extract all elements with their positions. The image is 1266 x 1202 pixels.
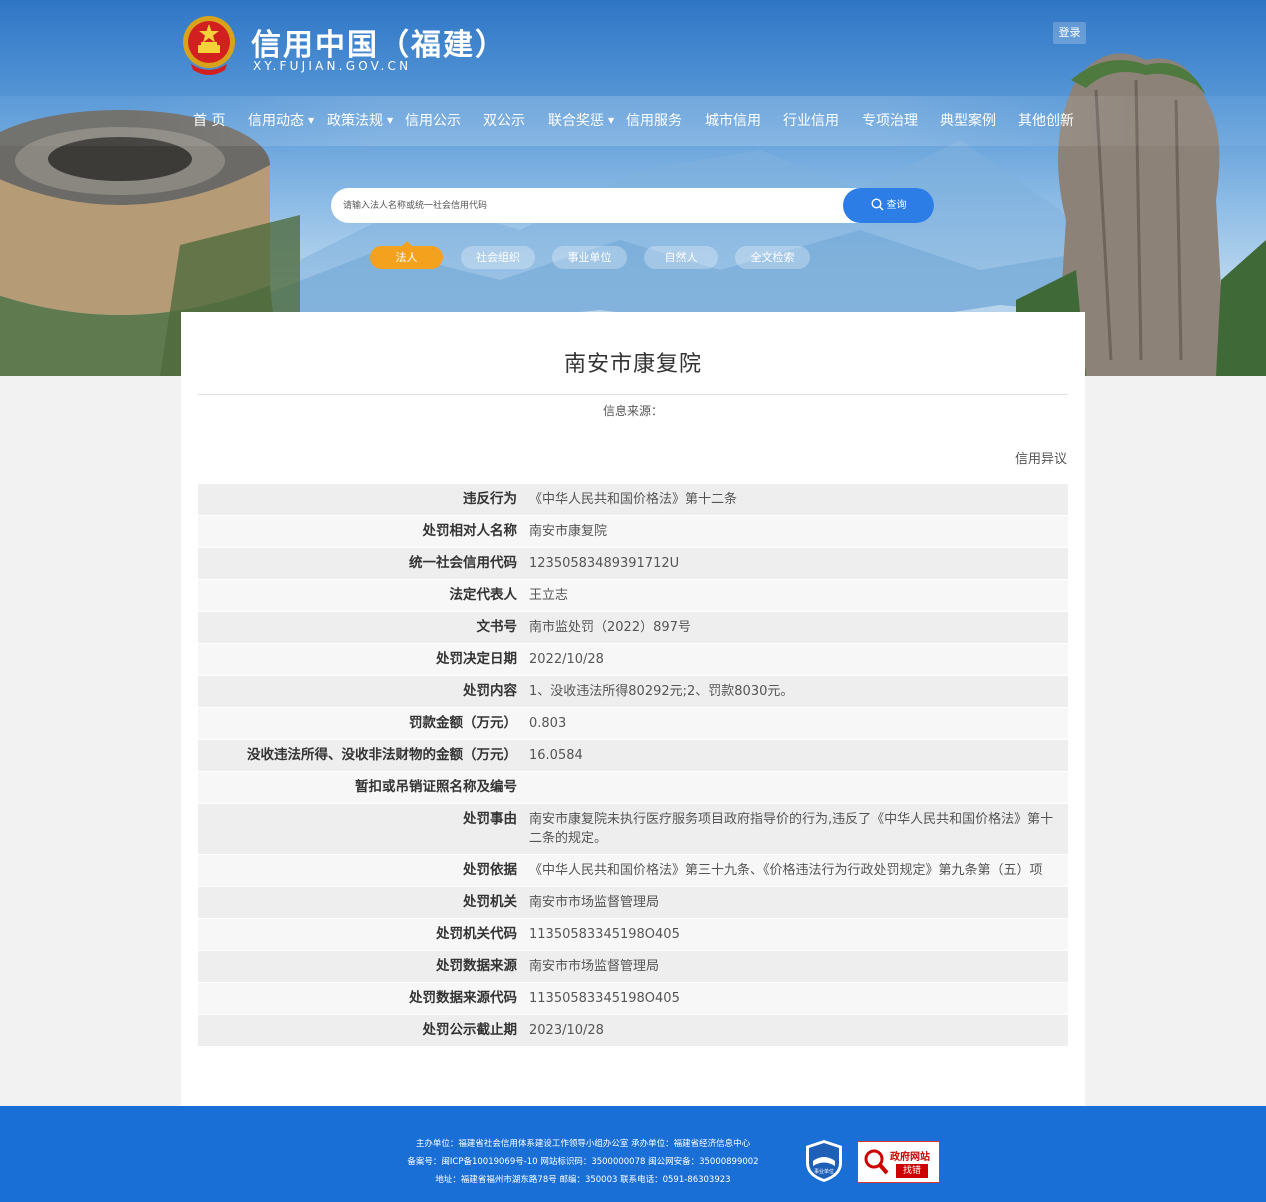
row-label: 处罚公示截止期 bbox=[422, 1022, 518, 1038]
login-button[interactable]: 登录 bbox=[1053, 22, 1086, 44]
row-label: 法定代表人 bbox=[449, 587, 518, 603]
search-icon bbox=[870, 198, 883, 211]
row-label: 罚款金额（万元） bbox=[409, 715, 517, 731]
row-value: 0.803 bbox=[529, 716, 567, 731]
divider bbox=[198, 394, 1068, 395]
table-row: 违反行为 《中华人民共和国价格法》第十二条 bbox=[198, 484, 1068, 516]
main-nav: 首 页 信用动态 ▼ 政策法规 ▼ 信用公示 双公示 联合奖惩 ▼ 信用服务 城市信用… bbox=[0, 96, 1266, 146]
row-value: 《中华人民共和国价格法》第三十九条、《价格违法行为行政处罚规定》第九条第（五）项 bbox=[529, 863, 1043, 878]
table-row: 文书号 南市监处罚（2022）897号 bbox=[198, 612, 1068, 644]
row-label: 暂扣或吊销证照名称及编号 bbox=[355, 779, 517, 795]
detail-card: 南安市康复院 信息来源： 信用异议 违反行为 《中华人民共和国价格法》第十二条 处罚… bbox=[181, 312, 1085, 1106]
row-value: 11350583345198O405 bbox=[529, 991, 680, 1006]
row-value: 2023/10/28 bbox=[529, 1023, 604, 1038]
row-value: 南安市康复院未执行医疗服务项目政府指导价的行为,违反了《中华人民共和国价格法》第… bbox=[529, 812, 1054, 846]
table-row: 处罚事由 南安市康复院未执行医疗服务项目政府指导价的行为,违反了《中华人民共和国价… bbox=[198, 804, 1068, 855]
table-row: 没收违法所得、没收非法财物的金额（万元） 16.0584 bbox=[198, 740, 1068, 772]
public-institution-badge-icon[interactable]: 事业单位 bbox=[805, 1139, 843, 1183]
table-row: 处罚数据来源代码 11350583345198O405 bbox=[198, 983, 1068, 1015]
row-value: 1、没收违法所得80292元;2、罚款8030元。 bbox=[529, 684, 794, 699]
caret-down-icon: ▼ bbox=[608, 116, 615, 125]
row-label: 处罚内容 bbox=[463, 683, 517, 699]
table-row: 罚款金额（万元） 0.803 bbox=[198, 708, 1068, 740]
row-value: 12350583489391712U bbox=[529, 556, 680, 571]
row-label: 没收违法所得、没收非法财物的金额（万元） bbox=[247, 747, 517, 763]
row-value: 11350583345198O405 bbox=[529, 927, 680, 942]
row-label: 处罚数据来源 bbox=[436, 958, 517, 974]
table-row: 处罚机关 南安市市场监督管理局 bbox=[198, 887, 1068, 919]
nav-item-home[interactable]: 首 页 bbox=[193, 96, 225, 146]
row-value: 南安市市场监督管理局 bbox=[529, 895, 660, 910]
row-value: 南市监处罚（2022）897号 bbox=[529, 620, 691, 635]
info-source: 信息来源： bbox=[602, 404, 663, 418]
nav-item-special-governance[interactable]: 专项治理 bbox=[862, 96, 918, 146]
caret-down-icon: ▼ bbox=[387, 116, 394, 125]
footer-record-number: 备案号：闽ICP备10019069号-10 网站标识码：3500000078 闽… bbox=[407, 1157, 759, 1167]
badge-label: 事业单位 bbox=[814, 1168, 834, 1175]
table-row: 暂扣或吊销证照名称及编号 bbox=[198, 772, 1068, 804]
row-label: 处罚数据来源代码 bbox=[409, 990, 517, 1006]
table-row: 处罚依据 《中华人民共和国价格法》第三十九条、《价格违法行为行政处罚规定》第九条第… bbox=[198, 855, 1068, 887]
footer-address: 地址：福建省福州市湖东路78号 邮编：350003 联系电话：0591-8630… bbox=[435, 1175, 731, 1185]
table-row: 处罚内容 1、没收违法所得80292元;2、罚款8030元。 bbox=[198, 676, 1068, 708]
find-error-label: 找错 bbox=[896, 1164, 928, 1178]
table-row: 处罚数据来源 南安市市场监督管理局 bbox=[198, 951, 1068, 983]
nav-item-other-innovation[interactable]: 其他创新 bbox=[1018, 96, 1074, 146]
tab-social-organization[interactable]: 社会组织 bbox=[461, 246, 535, 269]
nav-item-credit-service[interactable]: 信用服务 bbox=[626, 96, 682, 146]
row-label: 统一社会信用代码 bbox=[409, 555, 517, 571]
table-row: 处罚决定日期 2022/10/28 bbox=[198, 644, 1068, 676]
table-row: 法定代表人 王立志 bbox=[198, 580, 1068, 612]
national-emblem-icon bbox=[183, 16, 235, 75]
footer bbox=[0, 1106, 1266, 1202]
row-label: 处罚事由 bbox=[463, 811, 517, 827]
page-title: 南安市康复院 bbox=[563, 352, 702, 377]
nav-item-policy[interactable]: 政策法规 ▼ bbox=[327, 96, 393, 146]
site-domain: XY.FUJIAN.GOV.CN bbox=[253, 59, 412, 73]
row-label: 处罚机关代码 bbox=[436, 926, 517, 942]
nav-item-typical-cases[interactable]: 典型案例 bbox=[940, 96, 996, 146]
gov-site-label: 政府网站 bbox=[890, 1152, 930, 1163]
penalty-detail-table: 违反行为 《中华人民共和国价格法》第十二条 处罚相对人名称 南安市康复院 统一社会信用代… bbox=[198, 484, 1068, 1047]
row-label: 处罚决定日期 bbox=[436, 651, 517, 667]
row-label: 处罚机关 bbox=[463, 894, 517, 910]
table-row: 统一社会信用代码 12350583489391712U bbox=[198, 548, 1068, 580]
tab-public-institution[interactable]: 事业单位 bbox=[552, 246, 627, 269]
nav-item-joint-reward[interactable]: 联合奖惩 ▼ bbox=[548, 96, 614, 146]
row-label: 文书号 bbox=[476, 619, 518, 635]
row-value: 16.0584 bbox=[529, 748, 583, 763]
tab-natural-person[interactable]: 自然人 bbox=[644, 246, 718, 269]
row-label: 处罚相对人名称 bbox=[422, 523, 518, 539]
site-title: 信用中国（福建） bbox=[251, 28, 507, 63]
row-value: 2022/10/28 bbox=[529, 652, 604, 667]
search-button[interactable]: 查询 bbox=[843, 188, 934, 223]
row-label: 违反行为 bbox=[463, 491, 517, 507]
magnifier-icon bbox=[864, 1149, 889, 1175]
caret-down-icon: ▼ bbox=[308, 116, 315, 125]
nav-item-industry-credit[interactable]: 行业信用 bbox=[783, 96, 839, 146]
nav-item-double-publicity[interactable]: 双公示 bbox=[483, 96, 525, 146]
nav-item-credit-news[interactable]: 信用动态 ▼ bbox=[248, 96, 314, 146]
row-value: 南安市市场监督管理局 bbox=[529, 959, 660, 974]
table-row: 处罚公示截止期 2023/10/28 bbox=[198, 1015, 1068, 1047]
credit-objection-link[interactable]: 信用异议 bbox=[1015, 448, 1067, 467]
tab-fulltext-search[interactable]: 全文检索 bbox=[735, 246, 810, 269]
tab-legal-person[interactable]: 法人 bbox=[370, 241, 443, 269]
table-row: 处罚机关代码 11350583345198O405 bbox=[198, 919, 1068, 951]
row-value: 《中华人民共和国价格法》第十二条 bbox=[529, 492, 738, 507]
gov-site-error-report-button[interactable]: 政府网站 找错 bbox=[857, 1141, 940, 1183]
table-row: 处罚相对人名称 南安市康复院 bbox=[198, 516, 1068, 548]
footer-organizer: 主办单位：福建省社会信用体系建设工作领导小组办公室 承办单位：福建省经济信息中心 bbox=[415, 1139, 751, 1149]
search-input[interactable] bbox=[343, 196, 843, 216]
row-label: 处罚依据 bbox=[463, 862, 517, 878]
nav-item-credit-publicity[interactable]: 信用公示 bbox=[405, 96, 461, 146]
row-value: 王立志 bbox=[529, 588, 569, 603]
nav-item-city-credit[interactable]: 城市信用 bbox=[705, 96, 761, 146]
search-bar: 查询 bbox=[331, 188, 934, 223]
row-value bbox=[523, 772, 1068, 803]
row-value: 南安市康复院 bbox=[529, 524, 608, 539]
